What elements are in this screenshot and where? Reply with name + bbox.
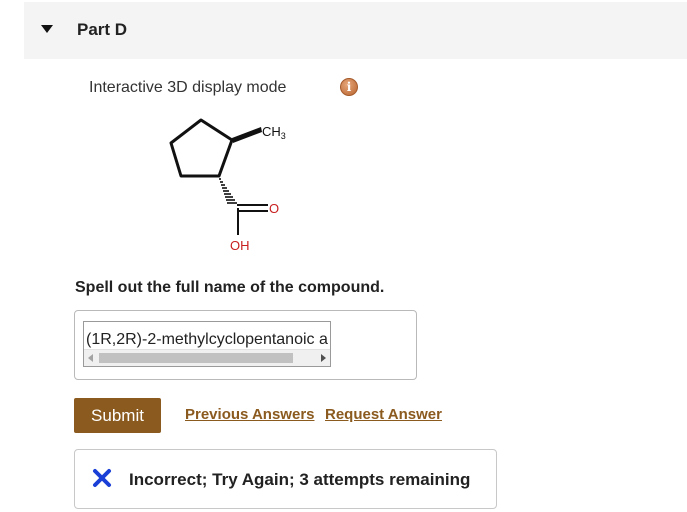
display-mode-label: Interactive 3D display mode bbox=[89, 79, 287, 96]
wedge-bond bbox=[232, 127, 262, 143]
part-header[interactable]: Part D bbox=[24, 2, 687, 59]
request-answer-link[interactable]: Request Answer bbox=[325, 406, 442, 423]
molecule-structure: CH3 O OH bbox=[150, 105, 310, 265]
cyclopentane-ring bbox=[169, 118, 234, 178]
x-icon bbox=[93, 469, 111, 487]
horizontal-scrollbar[interactable] bbox=[84, 349, 330, 366]
feedback-message: Incorrect; Try Again; 3 attempts remaini… bbox=[129, 470, 471, 489]
previous-answers-link[interactable]: Previous Answers bbox=[185, 406, 315, 423]
question-prompt: Spell out the full name of the compound. bbox=[75, 279, 385, 296]
answer-value[interactable]: (1R,2R)-2-methylcyclopentanoic a bbox=[86, 331, 328, 349]
scroll-left-arrow-icon[interactable] bbox=[88, 354, 93, 362]
methyl-label: CH3 bbox=[262, 124, 286, 141]
scroll-thumb[interactable] bbox=[99, 353, 293, 363]
part-title: Part D bbox=[77, 20, 128, 39]
info-icon[interactable]: i bbox=[340, 78, 358, 96]
feedback-box: Incorrect; Try Again; 3 attempts remaini… bbox=[74, 449, 497, 509]
submit-button[interactable]: Submit bbox=[74, 398, 161, 433]
hashed-bond bbox=[219, 178, 237, 204]
answer-input[interactable]: (1R,2R)-2-methylcyclopentanoic a bbox=[83, 321, 331, 367]
collapse-caret-icon[interactable] bbox=[41, 25, 53, 33]
molecule-drawing: CH3 O OH bbox=[169, 118, 286, 253]
carbonyl-oxygen-label: O bbox=[269, 201, 279, 216]
answer-container: (1R,2R)-2-methylcyclopentanoic a bbox=[74, 310, 417, 380]
scroll-right-arrow-icon[interactable] bbox=[321, 354, 326, 362]
hydroxyl-label: OH bbox=[230, 238, 250, 253]
